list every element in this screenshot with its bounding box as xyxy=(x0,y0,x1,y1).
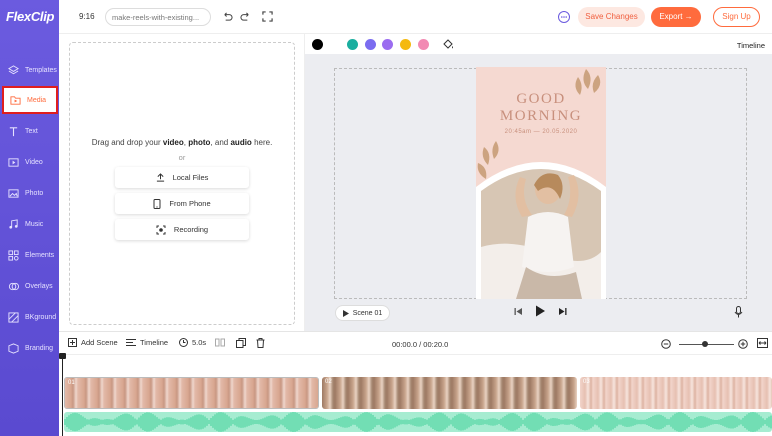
sidebar-item-branding[interactable]: Branding xyxy=(2,334,58,362)
export-button[interactable]: Export → xyxy=(651,7,701,27)
sidebar-item-label: BKground xyxy=(25,313,57,321)
sidebar-item-bkground[interactable]: BKground xyxy=(2,303,58,331)
timeline-tracks: 01 02 03 xyxy=(59,353,772,436)
media-dropzone[interactable]: Drag and drop your video, photo, and aud… xyxy=(69,42,295,325)
playhead-handle[interactable] xyxy=(59,353,66,359)
sidebar-item-music[interactable]: Music xyxy=(2,210,58,238)
sidebar-item-photo[interactable]: Photo xyxy=(2,179,58,207)
skip-forward-icon[interactable] xyxy=(558,307,567,316)
sign-up-button[interactable]: Sign Up xyxy=(713,7,760,27)
time-display: 00:00.0 / 00:20.0 xyxy=(392,340,449,349)
sidebar-item-label: Branding xyxy=(25,344,54,352)
sidebar-item-video[interactable]: Video xyxy=(2,148,58,176)
scene-clip[interactable]: 01 xyxy=(64,377,319,409)
undo-icon[interactable] xyxy=(220,9,234,23)
preview-canvas: GOOD MORNING 20:45am — 20.05.2020 Scene … xyxy=(305,54,772,331)
sidebar-item-label: Text xyxy=(25,127,38,135)
paint-bucket-icon[interactable] xyxy=(442,38,454,52)
zoom-out-icon[interactable] xyxy=(661,339,671,349)
upload-icon xyxy=(156,173,165,182)
sidebar-item-templates[interactable]: Templates xyxy=(2,56,58,84)
sidebar-item-label: Photo xyxy=(25,189,44,197)
phone-icon xyxy=(153,198,161,209)
playhead[interactable] xyxy=(62,355,63,436)
sidebar-item-label: Elements xyxy=(25,251,55,259)
clip-number: 01 xyxy=(68,380,75,386)
sidebar-item-label: Music xyxy=(25,220,44,228)
top-bar: 9:16 make-reels-with-existing... Save Ch… xyxy=(59,0,772,34)
drop-instructions: Drag and drop your video, photo, and aud… xyxy=(91,138,273,147)
media-panel: Drag and drop your video, photo, and aud… xyxy=(59,34,305,331)
logo[interactable]: FlexClip xyxy=(6,9,54,24)
recording-button[interactable]: Recording xyxy=(115,219,249,240)
audio-track[interactable] xyxy=(64,412,772,432)
fullscreen-icon[interactable] xyxy=(260,9,274,23)
save-changes-button[interactable]: Save Changes xyxy=(578,7,645,27)
duplicate-icon[interactable] xyxy=(236,338,246,348)
sidebar-item-text[interactable]: Text xyxy=(2,117,58,145)
poster-illustration xyxy=(476,69,606,299)
duration-button[interactable]: 5.0s xyxy=(179,338,206,347)
music-icon xyxy=(5,218,21,230)
sidebar-item-elements[interactable]: Elements xyxy=(2,241,58,269)
scene-play-button[interactable]: Scene 01 xyxy=(335,305,390,321)
from-phone-button[interactable]: From Phone xyxy=(115,193,249,214)
clip-number: 02 xyxy=(325,379,332,385)
text-icon xyxy=(5,126,21,137)
zoom-slider-handle[interactable] xyxy=(702,341,708,347)
chat-help-icon[interactable] xyxy=(557,10,571,24)
play-icon[interactable] xyxy=(535,305,546,317)
color-swatch[interactable] xyxy=(382,39,393,50)
timeline-button[interactable]: Timeline xyxy=(126,338,168,347)
timeline-icon xyxy=(126,338,136,347)
project-name-field[interactable]: make-reels-with-existing... xyxy=(105,8,211,26)
video-icon xyxy=(5,157,21,168)
clip-number: 03 xyxy=(583,379,590,385)
timeline-toggle[interactable]: Timeline xyxy=(737,41,765,50)
skip-back-icon[interactable] xyxy=(514,307,523,316)
timeline-toolbar: Add Scene Timeline 5.0s 00:00.0 / 00:20.… xyxy=(59,331,772,355)
color-swatch[interactable] xyxy=(312,39,323,50)
background-color-bar: Timeline xyxy=(305,34,772,54)
sidebar-item-label: Templates xyxy=(25,66,57,74)
add-scene-icon xyxy=(68,338,77,347)
local-files-button[interactable]: Local Files xyxy=(115,167,249,188)
sidebar-item-overlays[interactable]: Overlays xyxy=(2,272,58,300)
sidebar-item-media[interactable]: Media xyxy=(2,86,58,114)
color-swatch[interactable] xyxy=(400,39,411,50)
add-scene-button[interactable]: Add Scene xyxy=(68,338,118,347)
play-icon xyxy=(342,309,349,317)
overlays-icon xyxy=(5,281,21,292)
audio-waveform xyxy=(64,412,772,432)
delete-icon[interactable] xyxy=(256,338,265,348)
zoom-in-icon[interactable] xyxy=(738,339,748,349)
color-swatch[interactable] xyxy=(365,39,376,50)
elements-icon xyxy=(5,249,21,261)
photo-icon xyxy=(5,188,21,199)
color-swatch[interactable] xyxy=(347,39,358,50)
folder-icon xyxy=(7,95,23,106)
layers-icon xyxy=(5,64,21,76)
sidebar-item-label: Overlays xyxy=(25,282,53,290)
microphone-icon[interactable] xyxy=(734,306,743,318)
scene-clip[interactable]: 03 xyxy=(580,377,772,409)
sidebar-item-label: Video xyxy=(25,158,43,166)
redo-icon[interactable] xyxy=(238,9,252,23)
clock-icon xyxy=(179,338,188,347)
split-icon[interactable] xyxy=(215,338,225,347)
color-swatch[interactable] xyxy=(418,39,429,50)
scene-clip[interactable]: 02 xyxy=(322,377,577,409)
fit-timeline-icon[interactable] xyxy=(757,338,768,348)
branding-icon xyxy=(5,342,21,354)
background-icon xyxy=(5,311,21,323)
sidebar: FlexClip Templates Media Text Video Phot… xyxy=(0,0,59,436)
or-separator: or xyxy=(178,153,186,162)
aspect-ratio-selector[interactable]: 9:16 xyxy=(79,12,95,21)
record-icon xyxy=(156,225,166,235)
video-preview[interactable]: GOOD MORNING 20:45am — 20.05.2020 xyxy=(476,67,606,299)
sidebar-item-label: Media xyxy=(27,96,47,104)
